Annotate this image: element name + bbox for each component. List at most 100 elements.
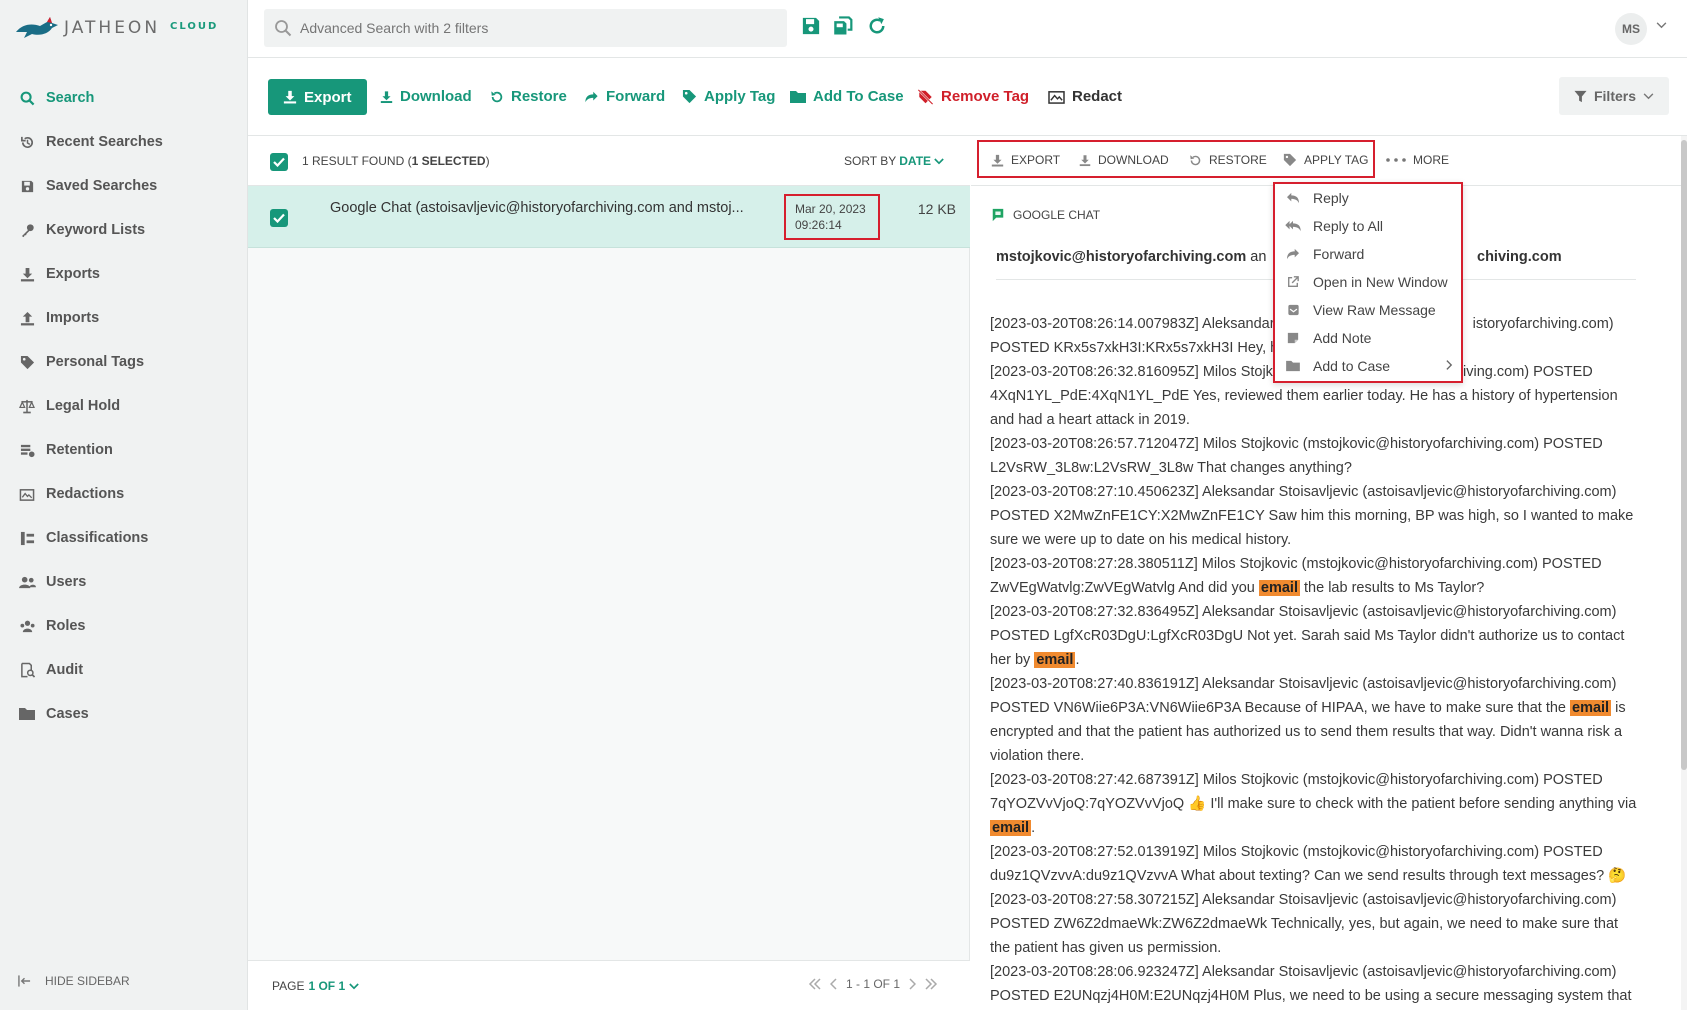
participant-left: mstojkovic@historyofarchiving.com: [996, 249, 1247, 265]
search-box[interactable]: [264, 9, 787, 47]
chevron-down-icon[interactable]: [1656, 22, 1667, 29]
download-button[interactable]: Download: [380, 88, 472, 105]
sidebar-item-label: Classifications: [46, 530, 149, 546]
sidebar-item-recent-searches[interactable]: Recent Searches: [0, 120, 248, 164]
result-date: Mar 20, 2023 09:26:14: [784, 194, 880, 240]
sort-value: DATE: [899, 154, 932, 168]
sidebar-item-label: Keyword Lists: [46, 222, 146, 238]
more-button[interactable]: MORE: [1386, 153, 1449, 167]
sidebar-item-saved-searches[interactable]: Saved Searches: [0, 164, 248, 208]
page-range: 1 - 1 OF 1: [846, 977, 901, 991]
export-icon: [283, 90, 297, 104]
sidebar-item-roles[interactable]: Roles: [0, 604, 248, 648]
preview-download-button[interactable]: DOWNLOAD: [1079, 153, 1169, 167]
menu-item-view-raw[interactable]: View Raw Message: [1275, 296, 1461, 324]
tag-icon: [682, 89, 697, 104]
result-row[interactable]: Google Chat (astoisavljevic@historyofarc…: [248, 186, 970, 248]
download-icon: [380, 90, 393, 104]
menu-item-add-note[interactable]: Add Note: [1275, 324, 1461, 352]
sidebar-item-exports[interactable]: Exports: [0, 252, 248, 296]
preview-restore-button[interactable]: RESTORE: [1189, 153, 1267, 167]
menu-item-label: Forward: [1313, 246, 1365, 262]
save-search-icon[interactable]: [801, 16, 821, 36]
sidebar-item-imports[interactable]: Imports: [0, 296, 248, 340]
result-title: Google Chat (astoisavljevic@historyofarc…: [330, 200, 744, 216]
menu-item-reply[interactable]: Reply: [1275, 184, 1461, 212]
sidebar-item-redactions[interactable]: Redactions: [0, 472, 248, 516]
folder-icon: [1285, 358, 1301, 374]
search-input[interactable]: [300, 20, 760, 36]
reply-all-icon: [1285, 218, 1301, 234]
sidebar-item-personal-tags[interactable]: Personal Tags: [0, 340, 248, 384]
sidebar-item-label: Legal Hold: [46, 398, 121, 414]
restore-label: Restore: [511, 88, 567, 105]
forward-button[interactable]: Forward: [584, 88, 665, 105]
preview-export-button[interactable]: EXPORT: [991, 153, 1060, 167]
menu-item-forward[interactable]: Forward: [1275, 240, 1461, 268]
sidebar-nav: Search Recent Searches Saved Searches Ke…: [0, 76, 248, 736]
result-count: 1 RESULT FOUND (1 SELECTED): [302, 154, 490, 168]
menu-item-label: Add to Case: [1313, 358, 1391, 374]
page-selector[interactable]: PAGE 1 OF 1: [272, 979, 359, 993]
forward-label: Forward: [606, 88, 666, 105]
roles-icon: [18, 617, 36, 635]
remove-tag-button[interactable]: Remove Tag: [917, 88, 1029, 105]
chevron-right-icon: [1446, 359, 1453, 371]
menu-item-reply-all[interactable]: Reply to All: [1275, 212, 1461, 240]
logo[interactable]: JATHEON CLOUD: [14, 14, 218, 42]
sidebar-item-label: Audit: [46, 662, 84, 678]
row-checkbox[interactable]: [270, 209, 288, 227]
forward-icon: [584, 90, 599, 104]
raw-message-icon: [1285, 302, 1301, 318]
message-line: [2023-03-20T08:27:58.307215Z] Aleksandar…: [990, 892, 1619, 956]
avatar[interactable]: MS: [1615, 13, 1647, 45]
sidebar-item-users[interactable]: Users: [0, 560, 248, 604]
menu-item-label: Reply to All: [1313, 218, 1384, 234]
sidebar-item-cases[interactable]: Cases: [0, 692, 248, 736]
results-panel: 1 RESULT FOUND (1 SELECTED) SORT BY DATE…: [248, 136, 970, 1010]
sidebar-item-label: Imports: [46, 310, 100, 326]
apply-tag-button[interactable]: Apply Tag: [682, 88, 775, 105]
prev-page-icon[interactable]: [830, 978, 838, 990]
refresh-icon[interactable]: [867, 16, 887, 36]
first-page-icon[interactable]: [808, 978, 822, 990]
preview-download-label: DOWNLOAD: [1098, 153, 1169, 167]
reply-icon: [1285, 190, 1301, 206]
select-all-checkbox[interactable]: [270, 153, 288, 171]
retention-icon: [18, 441, 36, 459]
preview-apply-tag-button[interactable]: APPLY TAG: [1283, 153, 1368, 167]
menu-item-label: Add Note: [1313, 330, 1372, 346]
folder-icon: [18, 705, 36, 723]
filters-button[interactable]: Filters: [1559, 77, 1669, 115]
sidebar-item-audit[interactable]: Audit: [0, 648, 248, 692]
scrollbar-thumb[interactable]: [1681, 140, 1687, 770]
sidebar-item-label: Exports: [46, 266, 100, 282]
sidebar-item-classifications[interactable]: Classifications: [0, 516, 248, 560]
hide-sidebar-button[interactable]: HIDE SIDEBAR: [18, 974, 130, 988]
more-menu: Reply Reply to All Forward Open in New W…: [1273, 182, 1463, 383]
download-icon: [1079, 154, 1091, 167]
sidebar-item-search[interactable]: Search: [0, 76, 248, 120]
preview-apply-tag-label: APPLY TAG: [1304, 153, 1369, 167]
sidebar-item-keyword-lists[interactable]: Keyword Lists: [0, 208, 248, 252]
sidebar-item-legal-hold[interactable]: Legal Hold: [0, 384, 248, 428]
export-button[interactable]: Export: [268, 79, 367, 115]
save-as-icon[interactable]: [833, 16, 855, 36]
save-icon: [18, 177, 36, 195]
restore-icon: [1189, 154, 1202, 167]
last-page-icon[interactable]: [924, 978, 938, 990]
menu-item-add-to-case[interactable]: Add to Case: [1275, 352, 1461, 380]
menu-item-label: View Raw Message: [1313, 302, 1436, 318]
sidebar: JATHEON CLOUD Search Recent Searches Sav…: [0, 0, 248, 1010]
export-icon: [18, 265, 36, 283]
chevron-down-icon: [934, 157, 944, 165]
participant-right: chiving.com: [1477, 249, 1562, 265]
add-to-case-button[interactable]: Add To Case: [790, 88, 904, 105]
sidebar-item-retention[interactable]: Retention: [0, 428, 248, 472]
redact-button[interactable]: Redact: [1048, 88, 1122, 105]
restore-button[interactable]: Restore: [490, 88, 567, 105]
next-page-icon[interactable]: [908, 978, 917, 990]
menu-item-open-new-window[interactable]: Open in New Window: [1275, 268, 1461, 296]
menu-item-label: Reply: [1313, 190, 1349, 206]
sort-control[interactable]: SORT BY DATE: [844, 154, 944, 168]
